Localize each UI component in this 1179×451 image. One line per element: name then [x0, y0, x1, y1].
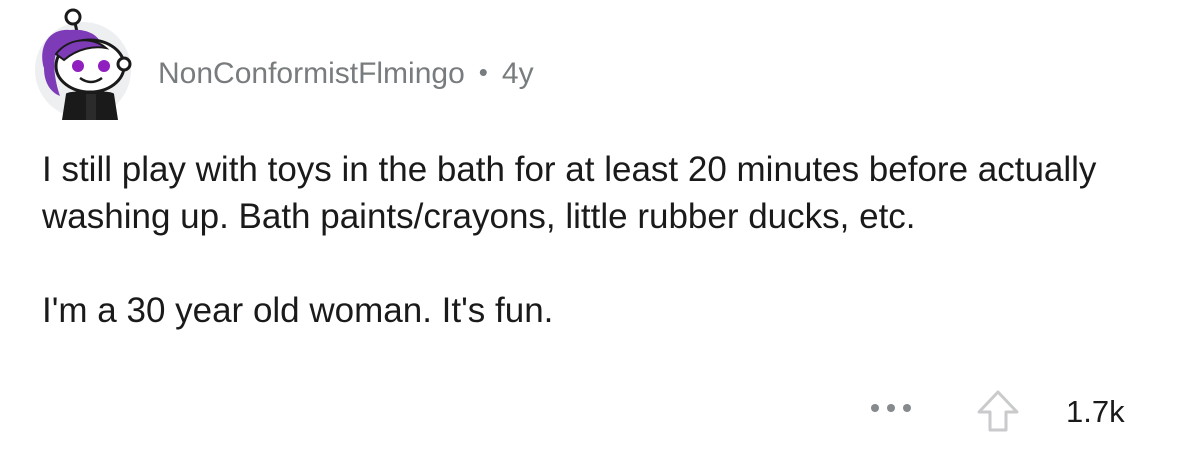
- upvote-button[interactable]: [975, 388, 1021, 434]
- more-options-icon: [871, 404, 911, 412]
- snoo-avatar-icon: [35, 8, 132, 120]
- comment-header: NonConformistFlmingo • 4y: [158, 52, 534, 96]
- avatar[interactable]: [30, 8, 136, 120]
- upvote-arrow-icon: [977, 390, 1019, 432]
- comment-paragraph: I still play with toys in the bath for a…: [42, 150, 1097, 236]
- separator-dot: •: [478, 56, 488, 87]
- comment-age: 4y: [501, 57, 534, 90]
- more-options-button[interactable]: [866, 398, 916, 418]
- vote-score: 1.7k: [1066, 394, 1125, 429]
- comment-body: I still play with toys in the bath for a…: [42, 146, 1142, 334]
- author-name[interactable]: NonConformistFlmingo: [158, 57, 465, 91]
- comment-paragraph: I'm a 30 year old woman. It's fun.: [42, 291, 554, 330]
